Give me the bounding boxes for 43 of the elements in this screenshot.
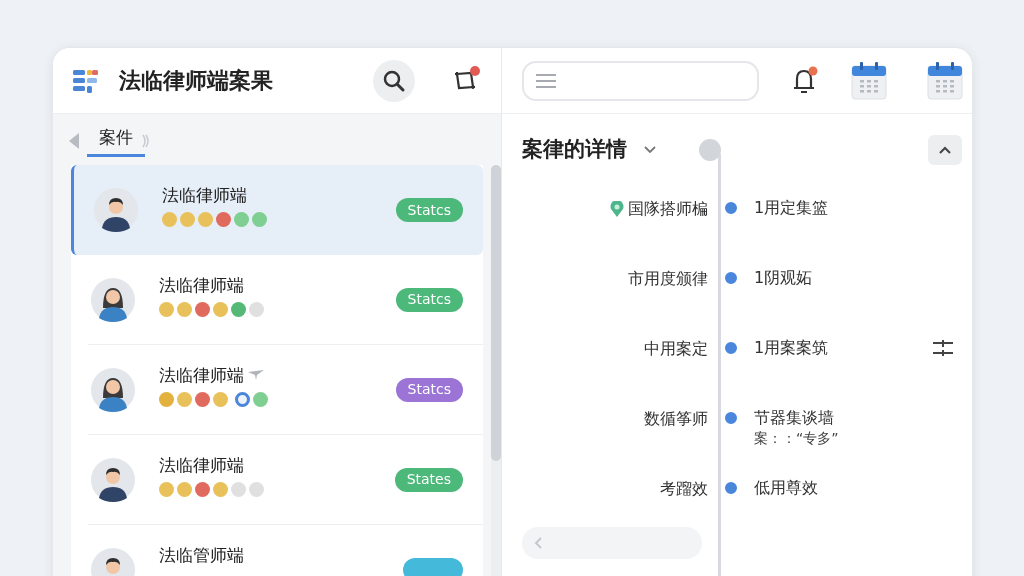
detail-title: 案律的详情 xyxy=(522,136,627,164)
menu-icon xyxy=(536,73,556,88)
sliders-icon[interactable] xyxy=(933,339,953,357)
case-item[interactable]: 法临律师端 Statcs xyxy=(71,165,483,255)
case-item[interactable]: 法临律师端 Statcs xyxy=(88,255,483,345)
case-name: 法临律师端 xyxy=(159,364,244,386)
app-title: 法临律师端案果 xyxy=(119,67,273,95)
timeline-note: 案：：“专多” xyxy=(754,429,839,447)
logo-icon xyxy=(73,67,99,94)
timeline-label: 数循筝师 xyxy=(644,408,708,430)
calendar-icon[interactable] xyxy=(927,61,963,100)
tab[interactable]: 案件 xyxy=(87,124,145,157)
funnel-icon xyxy=(248,370,264,380)
search-button[interactable] xyxy=(373,59,415,102)
timeline-value: 节器集谈墙 xyxy=(754,407,835,429)
timeline-label: 中用案定 xyxy=(644,338,708,360)
calendar-icon[interactable] xyxy=(851,61,887,100)
chevron-down-icon[interactable] xyxy=(643,145,657,155)
status-badge: Statcs xyxy=(395,377,463,402)
status-badge: States xyxy=(394,467,463,492)
timeline-value: 1用定集篮 xyxy=(754,197,829,219)
case-name: 法临律师端 xyxy=(159,454,244,476)
timeline-label: 市用度颁律 xyxy=(628,268,708,290)
timeline-label: 国隊搭师楄 xyxy=(628,198,708,220)
case-name: 法临律师端 xyxy=(162,184,247,206)
timeline-label: 考蹓效 xyxy=(660,478,708,500)
case-item[interactable]: 法临律师端 Statcs xyxy=(88,345,483,435)
timeline-value: 1用案案筑 xyxy=(754,337,829,359)
chevron-up-icon xyxy=(938,145,952,155)
case-item[interactable]: 法临律师端 States xyxy=(88,435,483,525)
case-item[interactable]: 法临管师端 xyxy=(88,525,483,576)
scrollbar-thumb[interactable] xyxy=(491,165,501,461)
bell-icon[interactable] xyxy=(791,65,819,96)
status-badge: Statcs xyxy=(395,287,463,312)
chevron-left-icon xyxy=(534,537,542,549)
search-icon xyxy=(382,68,406,93)
timeline-value: 1阴观妬 xyxy=(754,267,813,289)
timeline-value: 低用尊效 xyxy=(754,477,818,499)
case-name: 法临管师端 xyxy=(159,544,244,566)
collapse-button[interactable] xyxy=(928,135,962,165)
status-badge: Statcs xyxy=(395,198,463,222)
search-field[interactable] xyxy=(522,60,759,101)
case-name: 法临律师端 xyxy=(159,274,244,296)
